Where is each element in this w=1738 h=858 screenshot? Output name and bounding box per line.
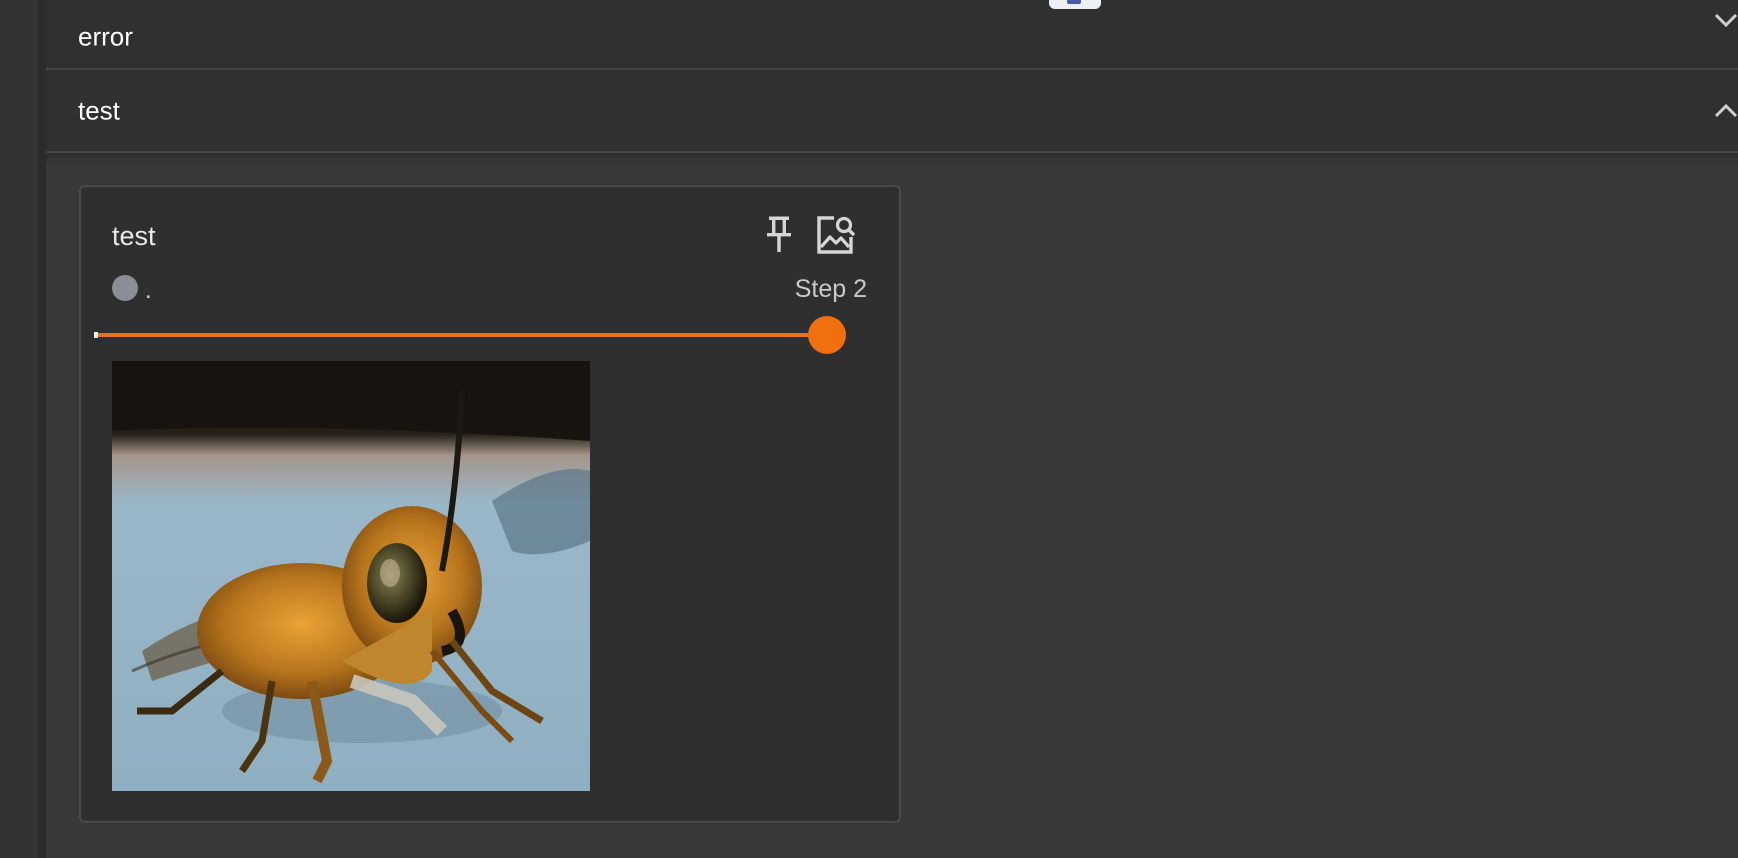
chevron-down-icon [1714, 13, 1738, 28]
card-title: test [112, 221, 156, 251]
slider-start-marker [94, 332, 98, 338]
section-header-error[interactable]: error [46, 0, 1738, 70]
run-label: . [145, 277, 152, 304]
slider-track[interactable] [94, 333, 827, 337]
image-search-button[interactable] [813, 213, 857, 257]
chevron-up-icon [1714, 103, 1738, 117]
tooltip-tab [1049, 0, 1101, 9]
image-search-icon [817, 216, 856, 254]
main-panel: error test test . Step 2 [46, 0, 1738, 858]
image-card: test . Step 2 [79, 185, 901, 823]
run-color-dot [112, 275, 138, 301]
header-shadow [46, 153, 1738, 165]
pin-button[interactable] [757, 213, 801, 257]
section-header-test[interactable]: test [46, 70, 1738, 153]
rail-divider[interactable] [38, 0, 46, 858]
bee-image [112, 361, 590, 791]
left-rail [0, 0, 38, 858]
section-title: test [78, 95, 120, 125]
slider-thumb[interactable] [808, 316, 846, 354]
pin-icon [767, 216, 791, 252]
section-title: error [78, 21, 133, 52]
step-label: Step 2 [794, 275, 867, 303]
step-slider[interactable] [94, 316, 846, 356]
